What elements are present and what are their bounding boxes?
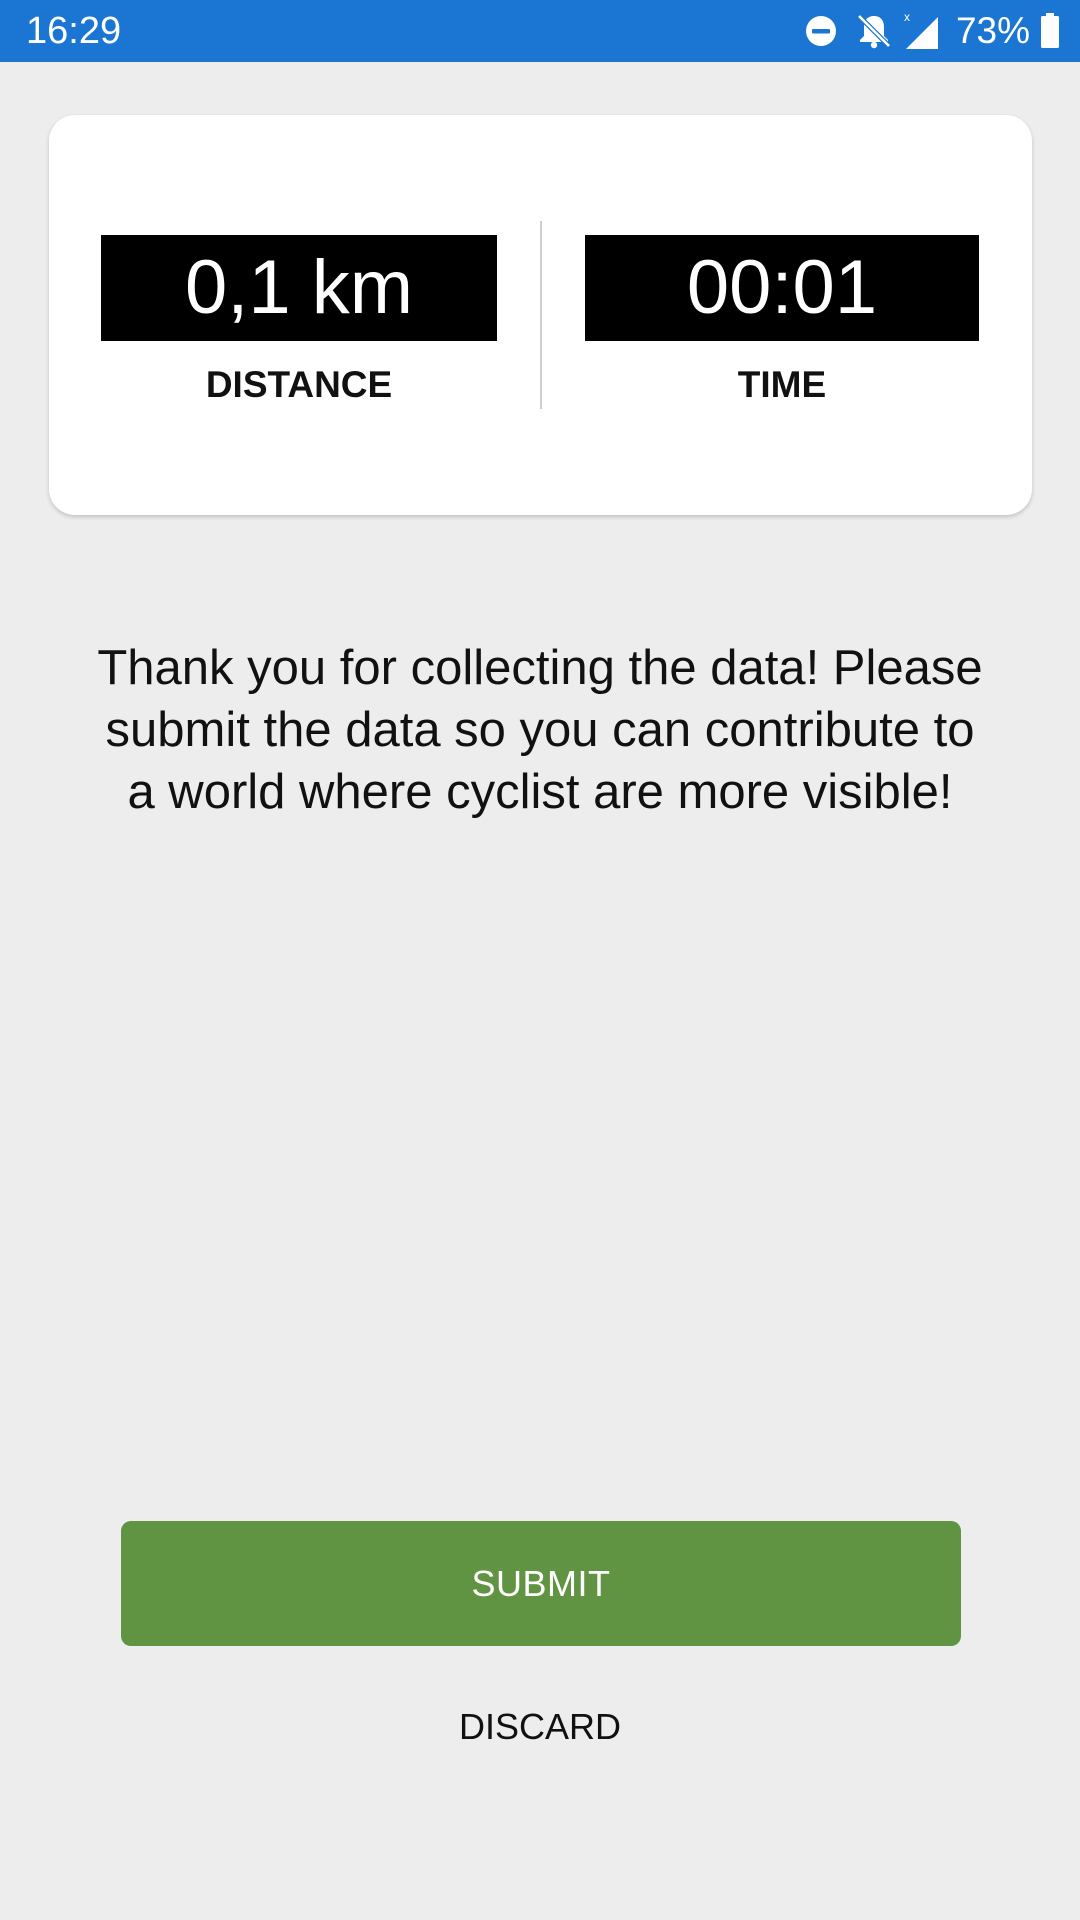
svg-text:x: x: [904, 11, 910, 24]
notifications-off-icon: [854, 11, 894, 51]
thank-you-message: Thank you for collecting the data! Pleas…: [97, 641, 983, 819]
status-time: 16:29: [26, 10, 122, 52]
distance-stat: 0,1 km DISTANCE: [101, 235, 497, 407]
time-value: 00:01: [585, 235, 979, 341]
do-not-disturb-icon: [804, 14, 838, 48]
discard-button[interactable]: DISCARD: [390, 1696, 690, 1758]
time-stat: 00:01 TIME: [585, 235, 979, 407]
submit-button[interactable]: SUBMIT: [121, 1521, 961, 1646]
ride-stats-card: 0,1 km DISTANCE 00:01 TIME: [49, 115, 1032, 515]
distance-label: DISTANCE: [205, 364, 393, 405]
status-bar: 16:29 x 73%: [0, 0, 1080, 62]
cellular-signal-icon: x: [904, 11, 940, 51]
battery-percent: 73%: [955, 10, 1030, 51]
distance-value: 0,1 km: [101, 235, 497, 341]
battery-icon: [1040, 13, 1060, 49]
status-icons: x 73%: [804, 0, 1060, 62]
stats-divider: [540, 221, 542, 409]
time-label: TIME: [737, 364, 827, 405]
